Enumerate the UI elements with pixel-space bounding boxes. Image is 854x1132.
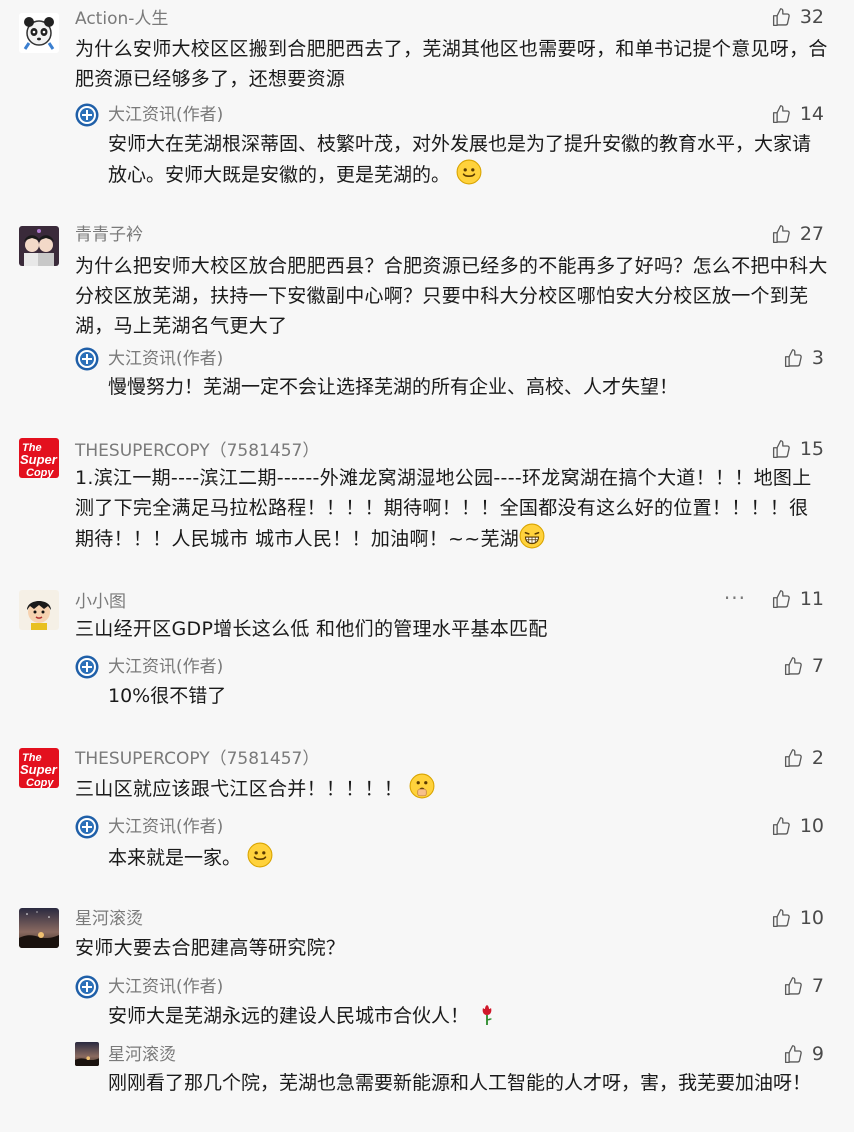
svg-text:Super: Super: [20, 762, 58, 777]
avatar[interactable]: [75, 1042, 99, 1066]
thumbs-up-icon: [771, 7, 792, 28]
avatar[interactable]: [19, 590, 59, 630]
like-button[interactable]: 9: [783, 1043, 824, 1065]
like-button[interactable]: 2: [783, 747, 824, 769]
comment-text: 三山区就应该跟弋江区合并！！！！！: [75, 773, 830, 804]
reply-text: 本来就是一家。: [108, 842, 828, 873]
panda-avatar-icon: [19, 13, 59, 53]
supreme-logo-avatar-icon: The Super Copy: [19, 438, 59, 478]
author-badge-icon[interactable]: [75, 975, 99, 999]
like-count: 32: [799, 6, 824, 28]
like-count: 11: [799, 588, 824, 610]
reply-nickname[interactable]: 星河滚烫: [108, 1044, 176, 1066]
avatar[interactable]: [19, 908, 59, 948]
reply-text: 10%很不错了: [108, 685, 227, 707]
reply-nickname[interactable]: 大江资讯(作者): [108, 976, 223, 998]
comment-nickname[interactable]: 小小图: [75, 591, 126, 613]
svg-text:Copy: Copy: [26, 777, 54, 788]
supreme-logo-avatar-icon: The Super Copy: [19, 748, 59, 788]
comment-text-content: 三山区就应该跟弋江区合并！！！！！: [75, 778, 404, 800]
like-count: 2: [811, 747, 824, 769]
like-button[interactable]: 3: [783, 347, 824, 369]
comment-text: 1.滨江一期----滨江二期------外滩龙窝湖湿地公园----环龙窝湖在搞个…: [75, 463, 815, 554]
like-count: 14: [799, 103, 824, 125]
like-button[interactable]: 7: [783, 975, 824, 997]
like-count: 7: [811, 975, 824, 997]
like-button[interactable]: 7: [783, 655, 824, 677]
smile-emoji-icon: [247, 842, 273, 868]
like-button[interactable]: 15: [771, 438, 824, 460]
like-button[interactable]: 10: [771, 815, 824, 837]
like-count: 3: [811, 347, 824, 369]
comment-nickname[interactable]: 青青子衿: [75, 224, 143, 246]
comment-text: 为什么安师大校区区搬到合肥肥西去了，芜湖其他区也需要呀，和单书记提个意见呀，合肥…: [75, 38, 828, 90]
like-count: 15: [799, 438, 824, 460]
shush-emoji-icon: [409, 773, 435, 799]
smile-emoji-icon: [456, 159, 482, 185]
reply-text: 刚刚看了那几个院，芜湖也急需要新能源和人工智能的人才呀，害，我芜要加油呀！: [108, 1072, 812, 1094]
grin-emoji-icon: [519, 523, 545, 549]
thumbs-up-icon: [783, 348, 804, 369]
comment-text: 安师大要去合肥建高等研究院？: [75, 937, 346, 959]
like-count: 9: [811, 1043, 824, 1065]
like-count: 27: [799, 223, 824, 245]
reply-text: 慢慢努力！芜湖一定不会让选择芜湖的所有企业、高校、人才失望！: [108, 376, 679, 398]
like-count: 10: [799, 907, 824, 929]
author-badge-icon[interactable]: [75, 655, 99, 679]
more-options-button[interactable]: ···: [724, 586, 746, 610]
author-badge-icon[interactable]: [75, 347, 99, 371]
like-button[interactable]: 27: [771, 223, 824, 245]
thumbs-up-icon: [771, 439, 792, 460]
avatar[interactable]: The Super Copy: [19, 438, 59, 478]
comment-text-content: 1.滨江一期----滨江二期------外滩龙窝湖湿地公园----环龙窝湖在搞个…: [75, 467, 812, 550]
author-badge-icon[interactable]: [75, 815, 99, 839]
like-button[interactable]: 11: [771, 588, 824, 610]
thumbs-up-icon: [783, 748, 804, 769]
avatar[interactable]: [19, 226, 59, 266]
author-badge-icon[interactable]: [75, 103, 99, 127]
night-sky-avatar-icon: [75, 1042, 99, 1066]
like-count: 10: [799, 815, 824, 837]
like-button[interactable]: 10: [771, 907, 824, 929]
comment-nickname[interactable]: THESUPERCOPY（7581457）: [75, 748, 319, 770]
thumbs-up-icon: [771, 816, 792, 837]
thumbs-up-icon: [771, 104, 792, 125]
reply-text: 安师大在芜湖根深蒂固、枝繁叶茂，对外发展也是为了提升安徽的教育水平，大家请放心。…: [108, 129, 828, 190]
thumbs-up-icon: [771, 224, 792, 245]
comment-text: 为什么把安师大校区放合肥肥西县？合肥资源已经多的不能再多了好吗？怎么不把中科大分…: [75, 255, 828, 337]
like-count: 7: [811, 655, 824, 677]
comment-nickname[interactable]: THESUPERCOPY（7581457）: [75, 440, 319, 462]
reply-text-content: 本来就是一家。: [108, 847, 242, 869]
reply-text-content: 安师大是芜湖永远的建设人民城市合伙人！: [108, 1005, 470, 1027]
reply-nickname[interactable]: 大江资讯(作者): [108, 656, 223, 678]
comment-nickname[interactable]: Action-人生: [75, 8, 168, 30]
svg-text:Super: Super: [20, 452, 58, 467]
reply-nickname[interactable]: 大江资讯(作者): [108, 816, 223, 838]
rose-emoji-icon: [475, 1002, 499, 1026]
thumbs-up-icon: [783, 976, 804, 997]
couple-avatar-icon: [19, 226, 59, 266]
reply-text: 安师大是芜湖永远的建设人民城市合伙人！: [108, 1001, 828, 1031]
thumbs-up-icon: [771, 589, 792, 610]
comment-text: 三山经开区GDP增长这么低 和他们的管理水平基本匹配: [75, 618, 548, 640]
svg-text:Copy: Copy: [26, 467, 54, 478]
cartoon-avatar-icon: [19, 590, 59, 630]
thumbs-up-icon: [771, 908, 792, 929]
avatar[interactable]: [19, 13, 59, 53]
like-button[interactable]: 14: [771, 103, 824, 125]
night-sky-avatar-icon: [19, 908, 59, 948]
reply-nickname[interactable]: 大江资讯(作者): [108, 348, 223, 370]
reply-nickname[interactable]: 大江资讯(作者): [108, 104, 223, 126]
comment-nickname[interactable]: 星河滚烫: [75, 908, 143, 930]
thumbs-up-icon: [783, 1044, 804, 1065]
like-button[interactable]: 32: [771, 6, 824, 28]
thumbs-up-icon: [783, 656, 804, 677]
avatar[interactable]: The Super Copy: [19, 748, 59, 788]
